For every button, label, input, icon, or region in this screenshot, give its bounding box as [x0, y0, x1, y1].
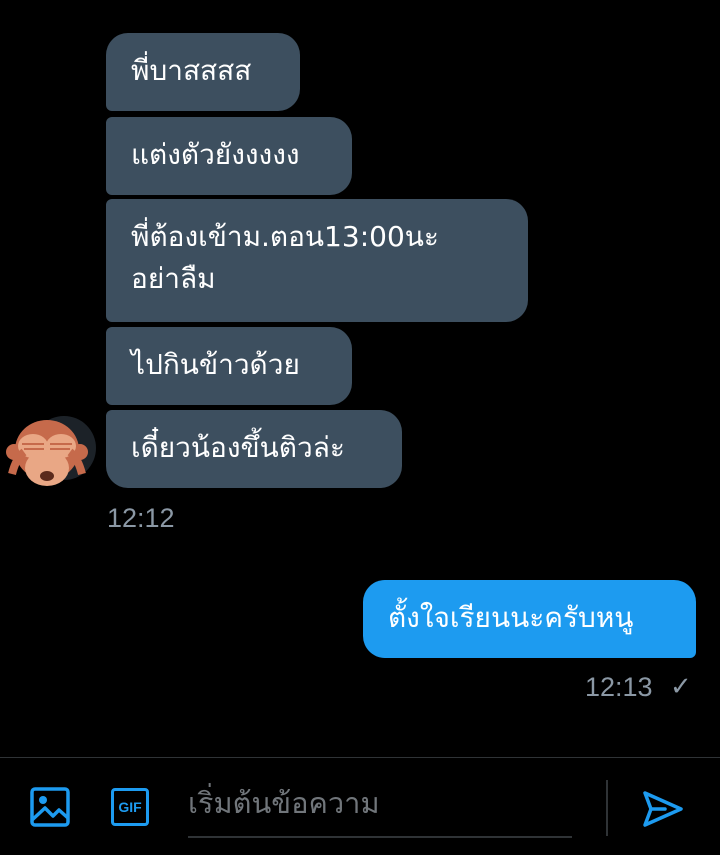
- add-media-button[interactable]: [26, 783, 74, 831]
- message-input-placeholder: เริ่มต้นข้อความ: [188, 786, 380, 820]
- incoming-message[interactable]: แต่งตัวยังงงงง: [106, 117, 352, 195]
- incoming-message[interactable]: พี่บาสสสส: [106, 33, 300, 111]
- gif-icon: GIF: [111, 788, 149, 826]
- outgoing-timestamp: 12:13: [585, 672, 653, 702]
- sender-avatar[interactable]: [6, 416, 96, 494]
- check-icon: ✓: [670, 672, 692, 702]
- send-icon: [643, 791, 683, 827]
- add-gif-button[interactable]: GIF: [106, 783, 154, 831]
- composer-divider: [606, 780, 608, 836]
- message-text: ตั้งใจเรียนนะครับหนู: [388, 601, 634, 634]
- message-text: พี่บาสสสส: [131, 54, 252, 87]
- message-text: เดี๋ยวน้องขึ้นติวล่ะ: [131, 431, 345, 464]
- see-no-evil-monkey-icon: [6, 420, 88, 486]
- message-text: พี่ต้องเข้าม.ตอน13:00นะ: [131, 220, 439, 253]
- message-text: อย่าลืม: [131, 262, 216, 295]
- image-icon: [30, 787, 70, 827]
- incoming-timestamp: 12:12: [107, 503, 175, 533]
- dm-conversation-screen: พี่บาสสสส แต่งตัวยังงงงง พี่ต้องเข้าม.ตอ…: [0, 0, 720, 855]
- message-text: แต่งตัวยังงงงง: [131, 138, 300, 171]
- gif-label: GIF: [118, 799, 142, 815]
- incoming-message[interactable]: พี่ต้องเข้าม.ตอน13:00นะ อย่าลืม: [106, 199, 528, 322]
- send-button[interactable]: [639, 785, 687, 833]
- message-text: ไปกินข้าวด้วย: [131, 348, 300, 381]
- message-composer: GIF เริ่มต้นข้อความ: [0, 757, 720, 855]
- incoming-message[interactable]: เดี๋ยวน้องขึ้นติวล่ะ: [106, 410, 402, 488]
- outgoing-message[interactable]: ตั้งใจเรียนนะครับหนู: [363, 580, 696, 658]
- incoming-message[interactable]: ไปกินข้าวด้วย: [106, 327, 352, 405]
- message-input[interactable]: เริ่มต้นข้อความ: [188, 776, 572, 838]
